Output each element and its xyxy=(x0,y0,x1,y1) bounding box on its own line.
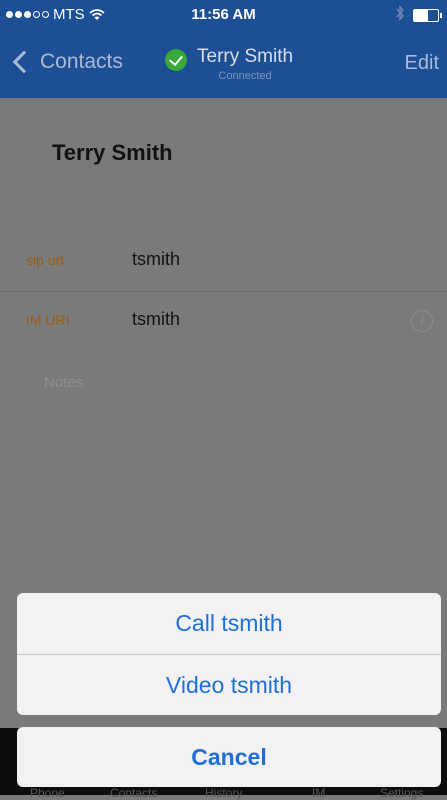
nav-title-group: Terry Smith Connected xyxy=(165,46,293,82)
info-icon[interactable]: i xyxy=(411,310,433,332)
chevron-left-icon xyxy=(12,50,36,74)
back-button[interactable]: Contacts xyxy=(12,50,123,74)
contact-name: Terry Smith xyxy=(52,140,173,165)
tab-contacts[interactable]: Contacts xyxy=(110,786,157,800)
field-label: IM URI xyxy=(26,312,70,328)
connected-check-icon xyxy=(165,49,187,71)
tab-phone[interactable]: Phone xyxy=(30,786,65,800)
field-value: tsmith xyxy=(132,309,181,329)
notes-label: Notes xyxy=(44,374,84,391)
cancel-button[interactable]: Cancel xyxy=(17,727,441,787)
navigation-bar: Contacts Terry Smith Connected Edit xyxy=(0,30,447,98)
contact-field-row[interactable]: IM URI tsmith i xyxy=(0,292,447,352)
nav-subtitle: Connected xyxy=(218,70,272,82)
field-value: tsmith xyxy=(132,249,181,269)
battery-icon xyxy=(413,9,442,22)
edit-button[interactable]: Edit xyxy=(405,52,439,75)
action-sheet: Call tsmith Video tsmith xyxy=(17,593,441,715)
nav-title: Terry Smith xyxy=(197,46,294,67)
back-label: Contacts xyxy=(40,50,123,73)
call-button[interactable]: Call tsmith xyxy=(17,593,441,653)
status-time: 11:56 AM xyxy=(191,6,256,23)
contact-field-row[interactable]: sip url tsmith xyxy=(0,232,447,292)
tab-settings[interactable]: Settings xyxy=(380,786,423,800)
tab-im[interactable]: IM xyxy=(312,786,325,800)
tab-history[interactable]: History xyxy=(205,786,242,800)
bluetooth-icon xyxy=(395,5,405,25)
field-label: sip url xyxy=(26,252,64,268)
video-call-button[interactable]: Video tsmith xyxy=(17,655,441,715)
status-bar: MTS 11:56 AM xyxy=(0,0,447,30)
